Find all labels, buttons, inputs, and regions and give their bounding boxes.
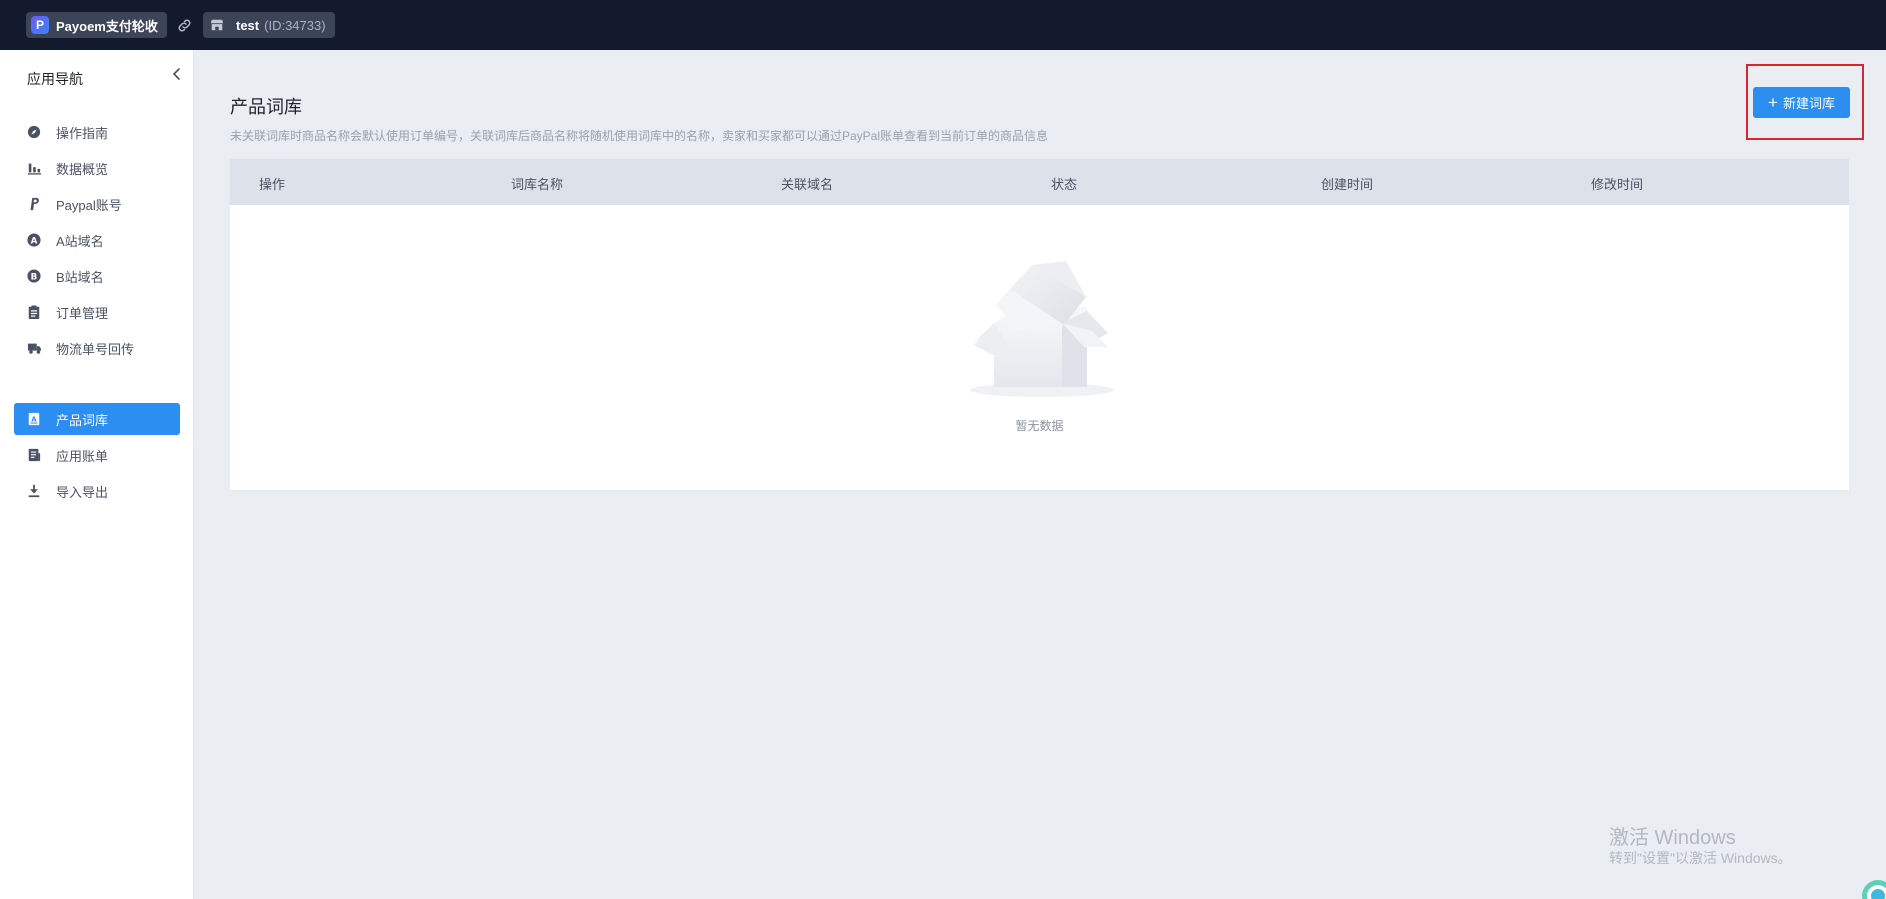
dictionary-icon: A (26, 411, 42, 427)
top-bar: P Payoem支付轮收 test (ID:34733) (0, 0, 1886, 50)
activation-watermark-subtitle: 转到"设置"以激活 Windows。 (1609, 850, 1792, 866)
link-icon (178, 19, 191, 32)
new-dictionary-button-label: 新建词库 (1782, 96, 1835, 111)
clipboard-icon (26, 304, 42, 320)
page-description: 未关联词库时商品名称会默认使用订单编号，关联词库后商品名称将随机使用词库中的名称… (230, 129, 1049, 143)
app-logo-icon: P (31, 16, 49, 34)
a-circle-icon: A (26, 232, 42, 248)
sidebar-item-label: 物流单号回传 (56, 341, 135, 357)
column-header-created: 创建时间 (1321, 177, 1374, 192)
column-header-actions: 操作 (259, 177, 286, 192)
sidebar-item-label: 导入导出 (56, 484, 109, 500)
store-id: (ID:34733) (264, 17, 326, 33)
sidebar-item-label: A站域名 (56, 233, 104, 249)
bill-icon (26, 447, 42, 463)
app-name: Payoem支付轮收 (56, 18, 158, 34)
dictionary-table: 操作 词库名称 关联域名 状态 创建时间 修改时间 暂无数据 (230, 159, 1849, 490)
store-switcher[interactable]: test (ID:34733) (203, 12, 335, 38)
column-header-modified: 修改时间 (1591, 177, 1644, 192)
download-icon (26, 483, 42, 499)
activation-watermark-title: 激活 Windows (1609, 827, 1736, 849)
column-header-name: 词库名称 (511, 177, 564, 192)
paypal-icon (26, 196, 42, 212)
sidebar-item-logistics[interactable]: 物流单号回传 (14, 332, 180, 364)
empty-box-icon (970, 261, 1114, 397)
sidebar-item-paypal[interactable]: Paypal账号 (14, 188, 180, 220)
floating-orb-icon[interactable] (1858, 876, 1886, 899)
guide-icon (26, 124, 42, 140)
sidebar-item-label: 操作指南 (56, 125, 109, 141)
sidebar-item-label: 应用账单 (56, 448, 109, 464)
truck-icon (26, 340, 42, 356)
sidebar-item-label: 产品词库 (56, 412, 109, 428)
svg-text:A: A (31, 416, 37, 424)
store-icon (208, 16, 226, 34)
sidebar-item-b-domain[interactable]: B B站域名 (14, 260, 180, 292)
empty-state-text: 暂无数据 (1015, 419, 1064, 433)
plus-icon: + (1768, 93, 1778, 112)
sidebar-item-label: B站域名 (56, 269, 104, 285)
table-header: 操作 词库名称 关联域名 状态 创建时间 修改时间 (230, 159, 1849, 205)
new-dictionary-button[interactable]: + 新建词库 (1753, 87, 1850, 118)
sidebar-title: 应用导航 (27, 71, 83, 87)
column-header-status: 状态 (1051, 177, 1078, 192)
collapse-sidebar-icon[interactable] (170, 66, 184, 82)
sidebar-item-bills[interactable]: 应用账单 (14, 439, 180, 471)
bar-chart-icon (26, 160, 42, 176)
page-title: 产品词库 (230, 97, 302, 117)
sidebar-item-a-domain[interactable]: A A站域名 (14, 224, 180, 256)
column-header-domain: 关联域名 (781, 177, 834, 192)
app-switcher[interactable]: P Payoem支付轮收 (26, 12, 167, 38)
b-circle-icon: B (26, 268, 42, 284)
sidebar-item-guide[interactable]: 操作指南 (14, 116, 180, 148)
sidebar-item-label: 订单管理 (56, 305, 109, 321)
store-name: test (236, 17, 260, 33)
sidebar-item-import-export[interactable]: 导入导出 (14, 475, 180, 507)
svg-text:B: B (31, 273, 38, 283)
sidebar-item-orders[interactable]: 订单管理 (14, 296, 180, 328)
sidebar-item-label: Paypal账号 (56, 197, 122, 213)
sidebar-item-label: 数据概览 (56, 161, 109, 177)
sidebar-item-product-dictionary[interactable]: A 产品词库 (14, 403, 180, 435)
svg-text:A: A (31, 237, 38, 247)
sidebar-item-overview[interactable]: 数据概览 (14, 152, 180, 184)
sidebar: 应用导航 操作指南 数据概览 Paypal账号 A A站域名 B B站域名 订单… (0, 50, 194, 899)
